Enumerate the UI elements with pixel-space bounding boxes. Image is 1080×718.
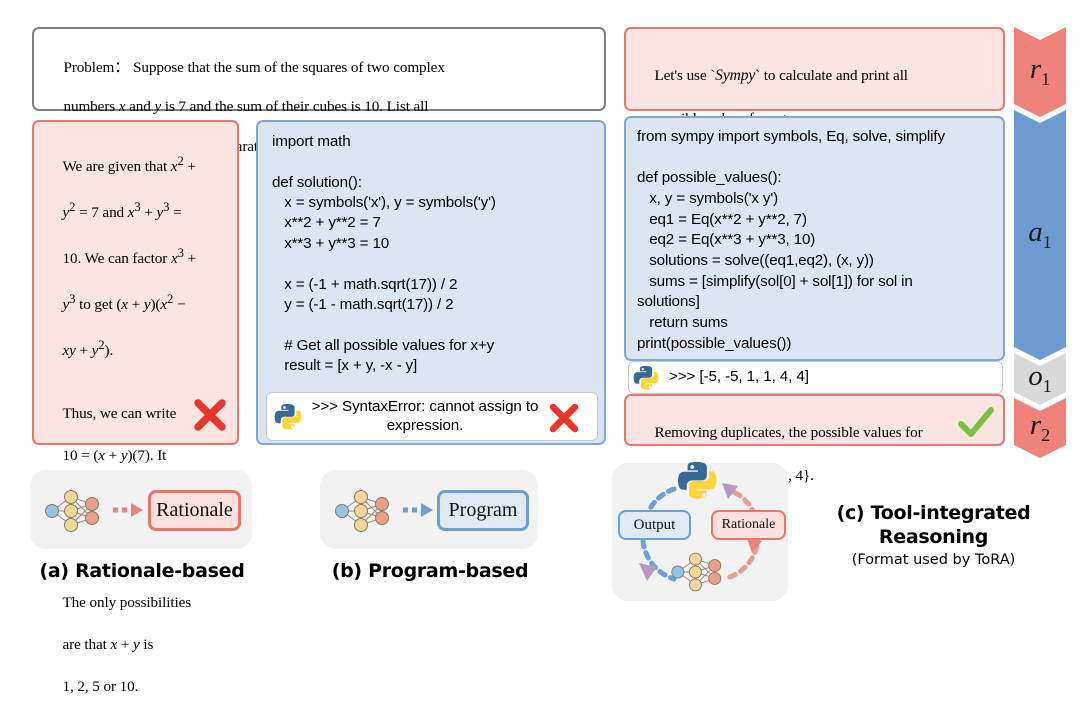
cross-icon-rationale <box>194 399 226 431</box>
program-output-text: >>> SyntaxError: cannot assign to expres… <box>311 398 543 435</box>
arrow-icon-b <box>403 503 433 517</box>
python-icon <box>274 403 302 430</box>
legend-c-caption-line1: (c) Tool-integrated <box>836 502 1031 524</box>
python-icon-legend <box>677 461 717 499</box>
tir-a1-box: from sympy import symbols, Eq, solve, si… <box>624 116 1005 361</box>
check-icon-r2 <box>958 407 994 437</box>
chevron-r2: r2 <box>1014 398 1066 458</box>
cross-icon-program <box>549 403 579 433</box>
legend-b-caption: (b) Program-based <box>331 560 529 582</box>
arrow-icon-a <box>113 503 143 517</box>
chevron-a1-label: a1 <box>1028 215 1052 252</box>
tir-a1-code: from sympy import symbols, Eq, solve, si… <box>637 128 945 352</box>
legend-c-rationale-node: Rationale <box>711 510 786 540</box>
legend-c-output-node: Output <box>618 510 691 540</box>
program-box: import math def solution(): x = symbols(… <box>256 120 606 445</box>
legend-c-caption-line2: Reasoning <box>878 526 989 548</box>
tir-r1-box: Let's use `Sympy` to calculate and print… <box>624 27 1005 127</box>
tir-o1-text: >>> [-5, -5, 1, 1, 4, 4] <box>669 368 809 385</box>
legend-c-caption-sub: (Format used by ToRA) <box>851 552 1016 568</box>
legend-a-node-label: Rationale <box>156 499 233 521</box>
tir-o1-box: >>> [-5, -5, 1, 1, 4, 4] <box>628 361 1003 394</box>
chevron-a1: a1 <box>1014 110 1066 360</box>
neural-net-icon-c <box>671 552 722 592</box>
python-icon-o1 <box>633 365 659 390</box>
chevron-r1-label: r1 <box>1029 52 1051 89</box>
neural-net-icon-a <box>45 490 99 532</box>
tir-r2-box: Removing duplicates, the possible values… <box>624 394 1005 484</box>
legend-b-node-label: Program <box>448 499 518 521</box>
program-code: import math def solution(): x = symbols(… <box>272 133 496 374</box>
legend-b-node: Program <box>437 490 529 531</box>
legend-a-caption: (a) Rationale-based <box>39 560 245 582</box>
legend-c-output-label: Output <box>633 516 676 533</box>
neural-net-icon-b <box>335 490 389 532</box>
chevron-o1-label: o1 <box>1028 359 1052 396</box>
chevron-r2-label: r2 <box>1029 408 1051 445</box>
rationale-box: We are given that x2 + y2 = 7 and x3 + y… <box>32 120 239 695</box>
problem-box: Problem： Suppose that the sum of the squ… <box>32 27 606 155</box>
legend-c-rationale-label: Rationale <box>721 517 776 532</box>
legend-a-node: Rationale <box>148 490 241 531</box>
program-output-strip: >>> SyntaxError: cannot assign to expres… <box>266 392 598 441</box>
chevron-r1: r1 <box>1014 27 1066 117</box>
chevron-o1: o1 <box>1014 353 1066 405</box>
